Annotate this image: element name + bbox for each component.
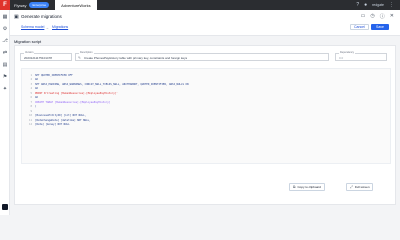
breadcrumb-schema-model[interactable]: Schema model	[21, 25, 44, 29]
compare-icon[interactable]: ⇄	[2, 50, 8, 56]
top-bar: F Flyway Enterprise AdventureWorks ? ● r…	[0, 0, 400, 10]
code-text: (	[35, 105, 37, 108]
code-line: 10 [BusinessEntityID] [int] NOT NULL,	[22, 114, 86, 118]
code-text: [Rate] [money] NOT NULL	[35, 123, 70, 126]
save-label: Save	[376, 25, 384, 29]
left-sidebar: ▦ ⚙ ⎇ ⇄ ▤ ⚑ ✦	[0, 10, 10, 215]
grid-icon[interactable]: ⋮	[389, 2, 394, 8]
fullscreen-icon: ⤢	[350, 185, 353, 189]
brand-name: Flyway	[14, 2, 27, 8]
fullscreen-label: Full screen	[354, 185, 370, 189]
code-line: 12 [Rate] [money] NOT NULL	[22, 123, 70, 127]
code-text: SET QUOTED_IDENTIFIER OFF	[35, 73, 73, 77]
line-number: 8	[30, 105, 32, 108]
logo-icon: F	[3, 2, 7, 8]
code-text: GO	[35, 78, 39, 81]
code-line: 11 [RateChangeDate] [datetime] NOT NULL,	[22, 118, 91, 122]
help-icon[interactable]: ?	[356, 2, 359, 8]
line-number: 1	[30, 73, 32, 77]
line-number: 3	[30, 82, 32, 86]
code-line: 9	[22, 109, 35, 113]
section-title: Migration script	[14, 39, 42, 44]
page-header: ▣ Generate migrations Schema model → Mig…	[10, 10, 400, 36]
code-text: PRINT N'Creating [HumanResources].[Emplo…	[35, 91, 118, 95]
copy-label: Copy to clipboard	[297, 185, 321, 189]
code-line: 5 PRINT N'Creating [HumanResources].[Empl…	[22, 91, 118, 95]
breadcrumb-migrations[interactable]: Migrations	[52, 25, 68, 29]
line-number: 2	[30, 78, 32, 81]
flag-icon[interactable]: ⚑	[2, 74, 8, 80]
code-line: 3 SET ANSI_PADDING, ANSI_WARNINGS, CONCAT…	[22, 82, 189, 86]
save-button[interactable]: Save	[371, 24, 389, 30]
page-title: Generate migrations	[21, 14, 62, 19]
edition-badge: Enterprise	[29, 2, 50, 8]
code-line: 2 GO	[22, 78, 38, 82]
code-text: GO	[35, 96, 39, 99]
version-field[interactable]: Version 20231211175101478	[20, 51, 72, 61]
line-number: 6	[30, 96, 32, 99]
user-icon[interactable]: ●	[364, 2, 367, 8]
code-text: SET ANSI_PADDING, ANSI_WARNINGS, CONCAT_…	[35, 82, 189, 86]
code-text: [RateChangeDate] [datetime] NOT NULL,	[35, 118, 91, 122]
code-text: GO	[35, 87, 39, 90]
arrow-right-icon: →	[45, 24, 49, 30]
code-text: CREATE TABLE [HumanResources].[EmployeeP…	[35, 100, 111, 104]
code-line: 7 CREATE TABLE [HumanResources].[Employee…	[22, 100, 110, 104]
edit-icon: ✎	[78, 55, 81, 60]
cancel-button[interactable]: Cancel	[350, 24, 369, 30]
dashboard-icon[interactable]: ▦	[2, 14, 8, 20]
account-icon[interactable]	[2, 204, 8, 210]
line-number: 11	[28, 118, 32, 122]
history-icon[interactable]: ◷	[370, 13, 374, 20]
copy-icon: ⧉	[293, 185, 296, 189]
line-number: 4	[30, 87, 32, 90]
description-value: Create PhonesPayHistory table with prima…	[84, 56, 188, 60]
version-value: 20231211175101478	[24, 56, 52, 60]
description-label: Description	[79, 51, 94, 54]
folder-icon[interactable]: ▭	[361, 13, 366, 20]
copy-to-clipboard-button[interactable]: ⧉ Copy to clipboard	[289, 183, 325, 191]
code-text: [BusinessEntityID] [int] NOT NULL,	[35, 114, 87, 117]
project-tab-label: AdventureWorks	[61, 2, 91, 8]
description-field[interactable]: Description ✎ Create PhonesPayHistory ta…	[75, 51, 329, 61]
dependency-field[interactable]: Dependency 0.0	[335, 51, 387, 61]
top-right-tools: ? ● redgate ⋮	[356, 2, 400, 8]
line-number: 12	[28, 123, 32, 126]
line-number: 10	[28, 114, 32, 117]
main-content: ▣ Generate migrations Schema model → Mig…	[10, 10, 400, 215]
dependency-placeholder: 0.0	[339, 56, 344, 60]
tools-icon[interactable]: ✦	[2, 86, 8, 92]
branch-icon[interactable]: ⎇	[2, 38, 8, 44]
close-icon[interactable]: ✕	[390, 13, 394, 20]
cancel-label: Cancel	[354, 25, 365, 29]
user-label[interactable]: redgate	[372, 3, 384, 7]
code-line: 4 GO	[22, 87, 38, 91]
list-icon[interactable]: ▤	[2, 62, 8, 68]
full-screen-button[interactable]: ⤢ Full screen	[346, 183, 374, 191]
migrations-icon: ▣	[14, 14, 19, 20]
migration-card: Version 20231211175101478 Description ✎ …	[14, 45, 396, 205]
dependency-label: Dependency	[339, 51, 356, 54]
version-label: Version	[24, 51, 35, 54]
app-logo[interactable]: F	[0, 0, 10, 10]
project-tab[interactable]: AdventureWorks	[55, 0, 97, 10]
info-icon[interactable]: ⓘ	[380, 13, 385, 20]
code-line: 6 GO	[22, 96, 38, 100]
settings-icon[interactable]: ⚙	[2, 26, 8, 32]
sql-editor[interactable]: 1 SET QUOTED_IDENTIFIER OFF 2 GO 3 SET ANSI_P…	[21, 68, 391, 164]
code-line: 1 SET QUOTED_IDENTIFIER OFF	[22, 73, 73, 77]
header-tools: ▭ ◷ ⓘ ✕	[361, 13, 394, 20]
line-number: 9	[30, 109, 32, 113]
line-number: 7	[30, 100, 32, 104]
code-line: 8(	[22, 105, 37, 109]
line-number: 5	[30, 91, 32, 95]
